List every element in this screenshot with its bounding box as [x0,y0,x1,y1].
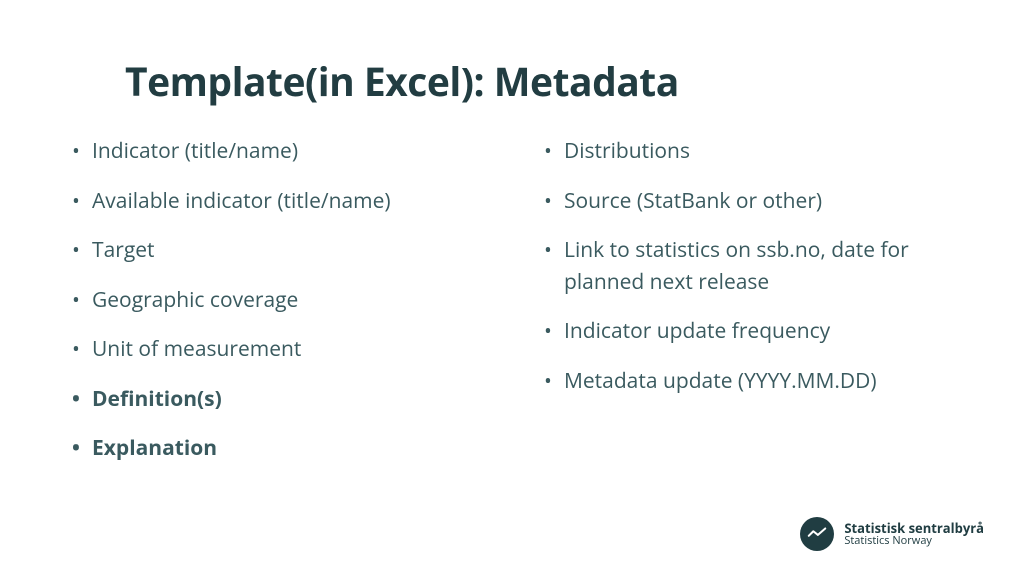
list-item: Link to statistics on ssb.no, date for p… [542,235,954,298]
list-item: Geographic coverage [70,285,482,317]
list-item: Explanation [70,433,482,465]
ssb-logo-icon [800,517,834,551]
list-item: Available indicator (title/name) [70,186,482,218]
left-list: Indicator (title/name) Available indicato… [70,136,482,465]
list-item: Metadata update (YYYY.MM.DD) [542,366,954,398]
right-column: Distributions Source (StatBank or other) L… [542,136,954,483]
content-columns: Indicator (title/name) Available indicato… [70,136,954,483]
slide-container: Template(in Excel): Metadata Indicator (… [0,0,1024,576]
slide-title: Template(in Excel): Metadata [125,55,954,108]
logo-text: Statistisk sentralbyrå Statistics Norway [844,521,984,547]
list-item: Indicator (title/name) [70,136,482,168]
list-item: Distributions [542,136,954,168]
list-item: Indicator update frequency [542,316,954,348]
footer-logo: Statistisk sentralbyrå Statistics Norway [800,517,984,551]
list-item: Unit of measurement [70,334,482,366]
right-list: Distributions Source (StatBank or other) L… [542,136,954,397]
logo-secondary: Statistics Norway [844,535,984,547]
list-item: Target [70,235,482,267]
left-column: Indicator (title/name) Available indicato… [70,136,482,483]
list-item: Source (StatBank or other) [542,186,954,218]
list-item: Definition(s) [70,384,482,416]
